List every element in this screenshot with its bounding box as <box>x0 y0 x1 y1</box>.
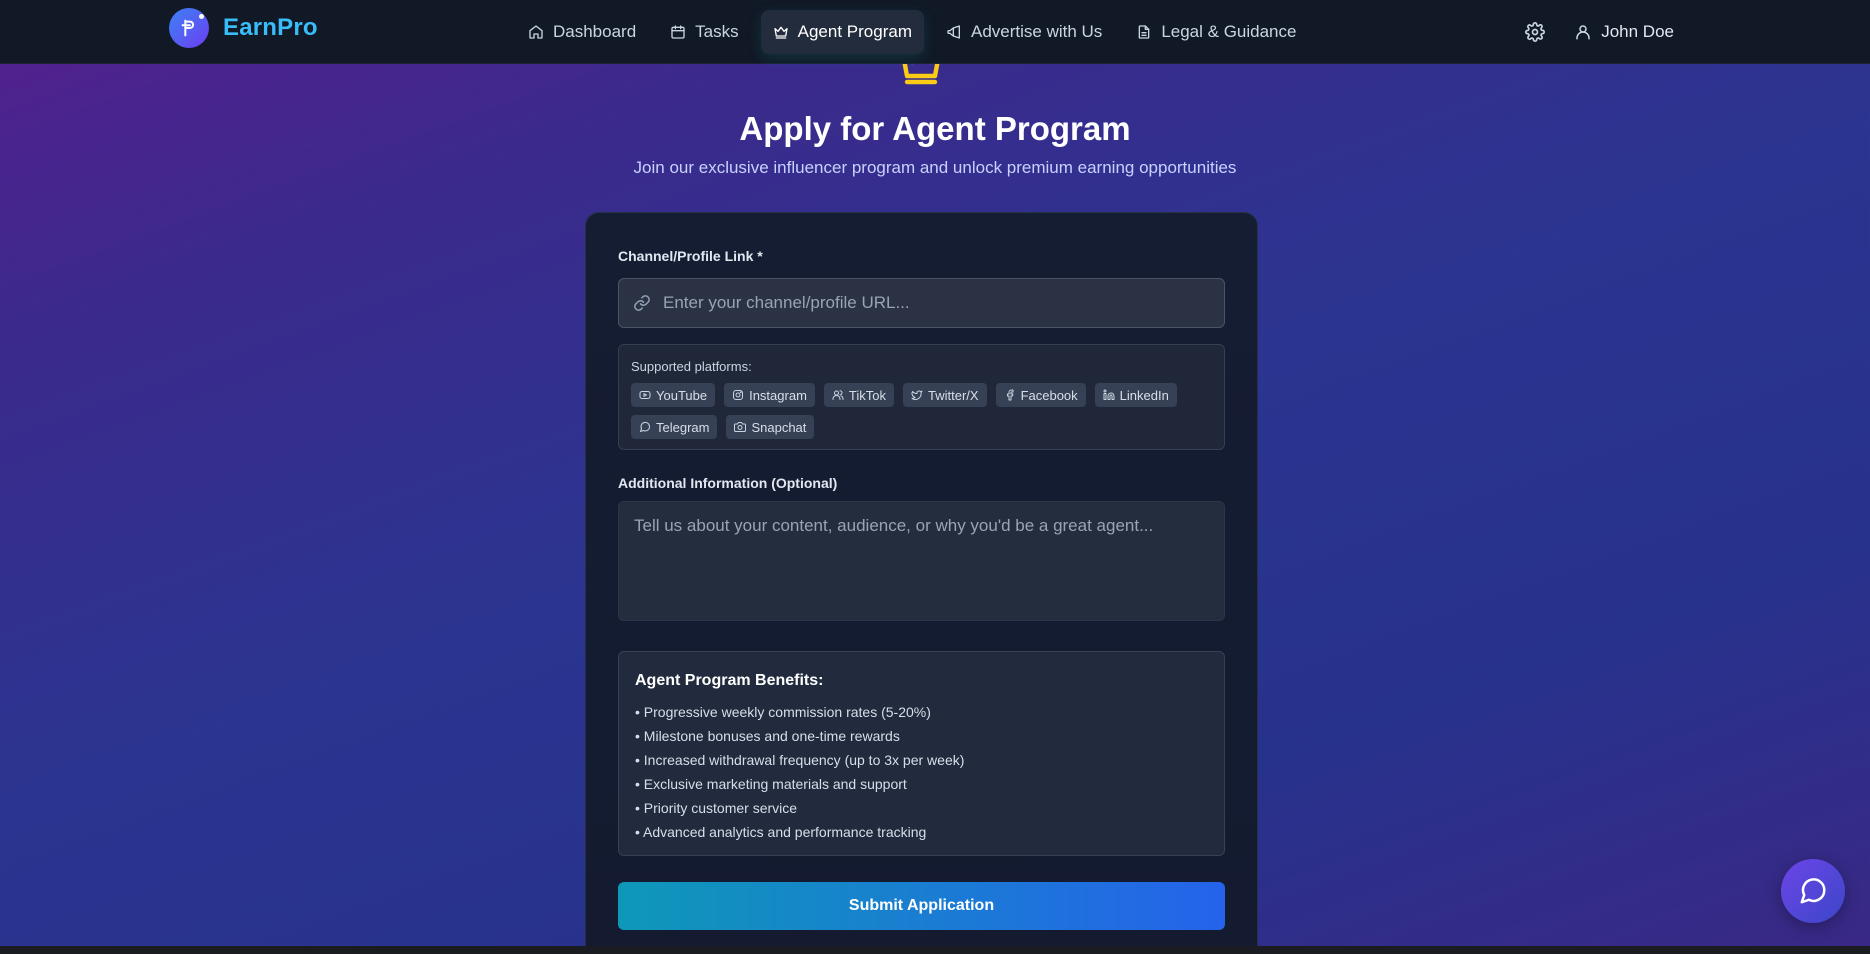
benefit-item: • Advanced analytics and performance tra… <box>635 824 927 840</box>
platform-chip-tiktok[interactable]: TikTok <box>823 383 894 407</box>
brand[interactable]: EarnPro <box>169 8 318 48</box>
instagram-icon <box>733 390 744 400</box>
nav-item-tasks[interactable]: Tasks <box>658 10 750 54</box>
bottom-edge <box>0 946 1870 954</box>
youtube-icon <box>639 391 651 399</box>
nav-label: Agent Program <box>797 22 912 41</box>
brand-logo-icon <box>169 8 209 48</box>
channel-link-input[interactable] <box>663 293 1203 313</box>
platform-chip-facebook[interactable]: Facebook <box>995 383 1086 407</box>
nav-label: Legal & Guidance <box>1161 22 1297 41</box>
platform-chip-twitter[interactable]: Twitter/X <box>902 383 987 407</box>
crown-icon <box>773 26 788 39</box>
supported-platforms: Supported platforms: YouTube Instagram T… <box>618 344 1225 450</box>
benefit-item: • Exclusive marketing materials and supp… <box>635 776 907 792</box>
calendar-icon <box>671 25 685 39</box>
nav-item-dashboard[interactable]: Dashboard <box>516 10 648 54</box>
message-circle-icon <box>640 421 651 432</box>
platform-label: Snapchat <box>751 419 807 435</box>
settings-button[interactable] <box>1520 17 1550 47</box>
nav-right: John Doe <box>1520 0 1674 64</box>
nav-item-legal[interactable]: Legal & Guidance <box>1124 10 1308 54</box>
brand-name: EarnPro <box>223 14 318 41</box>
gear-icon <box>1525 22 1546 42</box>
top-navbar: EarnPro Dashboard Tasks Agent Program Ad… <box>0 0 1870 64</box>
benefit-item: • Progressive weekly commission rates (5… <box>635 704 931 720</box>
platform-label: Twitter/X <box>927 387 979 403</box>
main-nav: Dashboard Tasks Agent Program Advertise … <box>516 0 1308 64</box>
nav-label: Dashboard <box>553 22 637 41</box>
linkedin-icon <box>1103 389 1115 400</box>
benefits-box: Agent Program Benefits: • Progressive we… <box>618 651 1225 856</box>
nav-label: Advertise with Us <box>970 22 1103 41</box>
submit-application-button[interactable]: Submit Application <box>618 882 1225 930</box>
users-icon <box>832 390 844 400</box>
platform-label: Instagram <box>749 387 807 403</box>
chat-bubble-icon <box>1800 878 1826 904</box>
channel-link-field[interactable] <box>618 278 1225 328</box>
platform-chip-telegram[interactable]: Telegram <box>631 415 718 439</box>
channel-link-label: Channel/Profile Link * <box>618 248 763 264</box>
nav-item-advertise[interactable]: Advertise with Us <box>934 10 1114 54</box>
nav-label: Tasks <box>695 22 739 41</box>
facebook-icon <box>1006 389 1014 401</box>
additional-info-label: Additional Information (Optional) <box>618 475 838 491</box>
benefit-item: • Increased withdrawal frequency (up to … <box>635 752 965 768</box>
platform-label: Telegram <box>656 419 710 435</box>
platform-chip-snapchat[interactable]: Snapchat <box>726 415 815 439</box>
benefit-item: • Milestone bonuses and one-time rewards <box>635 728 900 744</box>
page-title: Apply for Agent Program <box>739 110 1131 147</box>
camera-icon <box>734 422 747 432</box>
platform-chip-youtube[interactable]: YouTube <box>631 383 716 407</box>
nav-item-agent-program[interactable]: Agent Program <box>760 10 924 54</box>
application-form-card: Channel/Profile Link * Supported platfor… <box>585 212 1258 954</box>
chat-button[interactable] <box>1781 859 1845 923</box>
crown-icon <box>897 64 945 88</box>
megaphone-icon <box>947 25 960 39</box>
page-subtitle: Join our exclusive influencer program an… <box>633 158 1237 177</box>
twitter-icon <box>911 390 923 400</box>
link-icon <box>634 295 650 311</box>
user-name: John Doe <box>1601 22 1674 41</box>
platform-chips: YouTube Instagram TikTok Twitter/X Faceb… <box>631 383 1216 439</box>
platform-label: TikTok <box>848 387 886 403</box>
document-icon <box>1138 25 1150 39</box>
additional-info-textarea[interactable] <box>618 501 1225 621</box>
benefits-title: Agent Program Benefits: <box>635 672 824 689</box>
benefit-item: • Priority customer service <box>635 800 798 816</box>
platform-chip-instagram[interactable]: Instagram <box>724 383 815 407</box>
platform-label: LinkedIn <box>1119 387 1169 403</box>
platform-label: Facebook <box>1020 387 1078 403</box>
platform-label: YouTube <box>656 387 708 403</box>
platforms-title: Supported platforms: <box>631 359 752 374</box>
user-menu[interactable]: John Doe <box>1574 22 1674 42</box>
platform-chip-linkedin[interactable]: LinkedIn <box>1094 383 1177 407</box>
user-icon <box>1576 25 1590 40</box>
home-icon <box>529 25 543 39</box>
